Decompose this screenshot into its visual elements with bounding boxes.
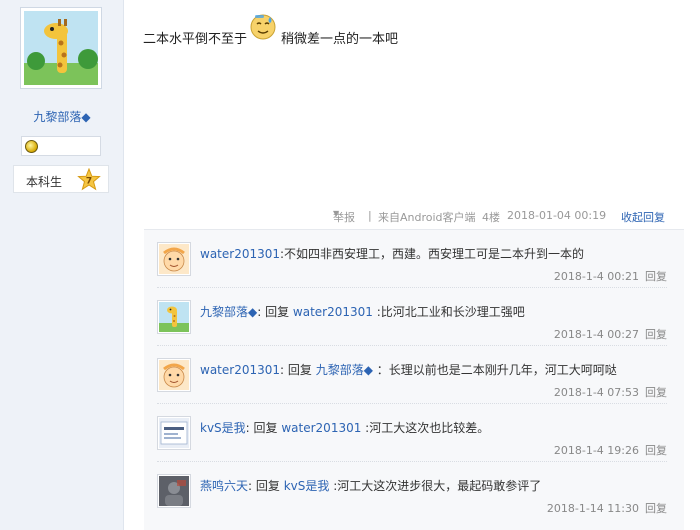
reply-time: 2018-1-4 19:26 (553, 444, 639, 457)
reply-content: :河工大这次进步很大，最起码敢参评了 (329, 479, 542, 493)
cartoon-face-avatar-icon (159, 360, 189, 390)
reply-text: water201301: 回复 九黎部落◆ ：长理以前也是二本刚升几年，河工大呵… (200, 363, 617, 377)
reply-to-user[interactable]: water201301 (293, 305, 373, 319)
reply-author[interactable]: 燕鸣六天 (200, 479, 248, 493)
reply-meta: 2018-1-4 00:21 回复 (554, 268, 667, 284)
user-sidebar: 九黎部落◆ 本科生 7 (0, 0, 124, 530)
reply-content: :河工大这次也比较差。 (361, 421, 490, 435)
chevron-down-icon: ▼ (333, 209, 340, 218)
post-meta: 举报 ▼ | 来自Android客户端 4楼 2018-01-04 00:19 … (333, 209, 665, 225)
reply-content: :比河北工业和长沙理工强吧 (372, 305, 525, 319)
reply-content: 不如四非西安理工，西建。西安理工可是二本升到一本的 (284, 247, 585, 261)
meta-separator: | (368, 209, 372, 222)
reply-avatar[interactable] (157, 358, 191, 392)
reply-time: 2018-1-4 00:21 (553, 270, 639, 283)
rank-level: 7 (86, 177, 92, 187)
reply-button[interactable]: 回复 (645, 386, 667, 399)
rank-badge: 本科生 7 (13, 165, 109, 193)
reply-avatar[interactable] (157, 416, 191, 450)
floor-number: 4楼 (482, 211, 500, 224)
reply-item: 燕鸣六天: 回复 kvS是我 :河工大这次进步很大，最起码敢参评了 2018-1… (144, 462, 684, 520)
rank-label: 本科生 (26, 175, 63, 189)
giraffe-avatar-icon (159, 302, 189, 332)
reply-meta: 2018-1-4 07:53 回复 (554, 384, 667, 400)
reply-button[interactable]: 回复 (645, 502, 667, 515)
reply-to-user[interactable]: water201301 (281, 421, 361, 435)
post-text: 二本水平倒不至于 (143, 32, 248, 47)
cartoon-face-avatar-icon (159, 244, 189, 274)
reply-item: water201301:不如四非西安理工，西建。西安理工可是二本升到一本的 20… (144, 230, 684, 288)
reply-author[interactable]: 九黎部落◆ (200, 305, 257, 319)
reply-button[interactable]: 回复 (645, 444, 667, 457)
rank-level-star-icon: 7 (77, 168, 101, 192)
reply-avatar[interactable] (157, 242, 191, 276)
user-avatar[interactable] (20, 7, 102, 89)
reply-item: kvS是我: 回复 water201301 :河工大这次也比较差。 2018-1… (144, 404, 684, 462)
reply-time: 2018-1-4 00:27 (553, 328, 639, 341)
collapse-replies-link[interactable]: 收起回复 (621, 209, 665, 225)
reply-button[interactable]: 回复 (645, 270, 667, 283)
reply-meta: 2018-1-4 19:26 回复 (554, 442, 667, 458)
reply-author[interactable]: water201301 (200, 247, 280, 261)
reply-time: 2018-1-14 11:30 (546, 502, 639, 515)
reply-to-user[interactable]: 九黎部落◆ (316, 363, 373, 377)
post-datetime: 2018-01-04 00:19 (507, 209, 607, 222)
reply-time: 2018-1-4 07:53 (553, 386, 639, 399)
client-source[interactable]: 来自Android客户端 (378, 209, 476, 225)
reply-avatar[interactable] (157, 474, 191, 508)
reply-item: 九黎部落◆: 回复 water201301 :比河北工业和长沙理工强吧 2018… (144, 288, 684, 346)
reply-list: water201301:不如四非西安理工，西建。西安理工可是二本升到一本的 20… (144, 229, 684, 530)
reply-text: kvS是我: 回复 water201301 :河工大这次也比较差。 (200, 421, 490, 435)
reply-item: water201301: 回复 九黎部落◆ ：长理以前也是二本刚升几年，河工大呵… (144, 346, 684, 404)
reply-text: water201301:不如四非西安理工，西建。西安理工可是二本升到一本的 (200, 247, 585, 261)
reply-text: 燕鸣六天: 回复 kvS是我 :河工大这次进步很大，最起码敢参评了 (200, 479, 542, 493)
reply-text: 九黎部落◆: 回复 water201301 :比河北工业和长沙理工强吧 (200, 305, 525, 319)
sweat-smile-icon (249, 12, 277, 40)
medal-box (21, 136, 101, 156)
reply-to-user[interactable]: kvS是我 (284, 479, 330, 493)
dark-photo-avatar-icon (159, 476, 189, 506)
reply-avatar[interactable] (157, 300, 191, 334)
text-card-avatar-icon (159, 418, 189, 448)
post-text-continued: 稍微差一点的一本吧 (281, 32, 399, 47)
reply-button[interactable]: 回复 (645, 328, 667, 341)
reply-content: ：长理以前也是二本刚升几年，河工大呵呵哒 (372, 363, 617, 377)
reply-author[interactable]: water201301 (200, 363, 280, 377)
giraffe-avatar-icon (24, 11, 98, 85)
user-name[interactable]: 九黎部落◆ (0, 108, 124, 125)
gold-medal-icon[interactable] (25, 140, 38, 153)
reply-meta: 2018-1-4 00:27 回复 (554, 326, 667, 342)
reply-author[interactable]: kvS是我 (200, 421, 246, 435)
reply-meta: 2018-1-14 11:30 回复 (547, 500, 667, 516)
